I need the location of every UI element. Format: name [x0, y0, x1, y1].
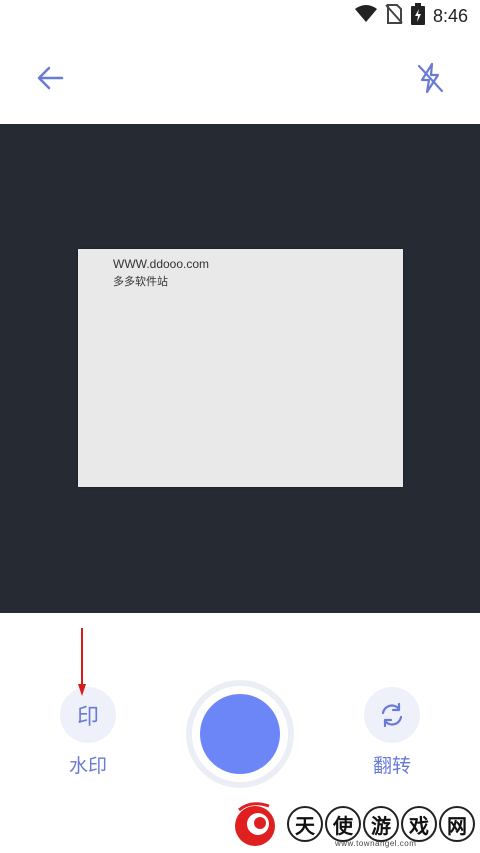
- logo-char: 游: [363, 806, 399, 842]
- flash-off-icon: [417, 62, 444, 94]
- document-text-site: 多多软件站: [113, 276, 168, 288]
- logo-mark-icon: [235, 802, 275, 846]
- shutter-ring: [192, 686, 288, 782]
- top-toolbar: [0, 32, 480, 124]
- flip-label[interactable]: 翻转: [352, 751, 432, 778]
- captured-document: WWW.ddooo.com 多多软件站: [78, 249, 403, 487]
- battery-charging-icon: [410, 2, 425, 30]
- logo-char: 使: [325, 806, 361, 842]
- shutter-core: [200, 694, 280, 774]
- watermark-logo: 天 使 游 戏 网 www.townangel.com: [225, 795, 480, 853]
- rotate-icon: [381, 702, 403, 728]
- watermark-button[interactable]: 印: [60, 687, 116, 743]
- watermark-label[interactable]: 水印: [48, 751, 128, 778]
- back-button[interactable]: [30, 58, 70, 98]
- document-text-url: WWW.ddooo.com: [113, 257, 210, 271]
- logo-char: 网: [439, 806, 475, 842]
- logo-char: 戏: [401, 806, 437, 842]
- status-icons: 8:46: [354, 2, 468, 30]
- status-bar: 8:46: [0, 0, 480, 32]
- no-sim-icon: [385, 3, 403, 29]
- watermark-icon: 印: [76, 705, 99, 730]
- logo-url: www.townangel.com: [335, 839, 417, 848]
- annotation-arrow-icon: [78, 628, 86, 696]
- flash-toggle-button[interactable]: [410, 58, 450, 98]
- wifi-icon: [354, 4, 377, 28]
- status-time: 8:46: [432, 5, 468, 26]
- arrow-left-icon: [37, 66, 64, 90]
- logo-char: 天: [287, 806, 323, 842]
- logo-text: 天 使 游 戏 网: [287, 806, 475, 842]
- camera-viewfinder[interactable]: WWW.ddooo.com 多多软件站: [0, 124, 480, 613]
- flip-button[interactable]: [364, 687, 420, 743]
- shutter-button[interactable]: [186, 680, 294, 788]
